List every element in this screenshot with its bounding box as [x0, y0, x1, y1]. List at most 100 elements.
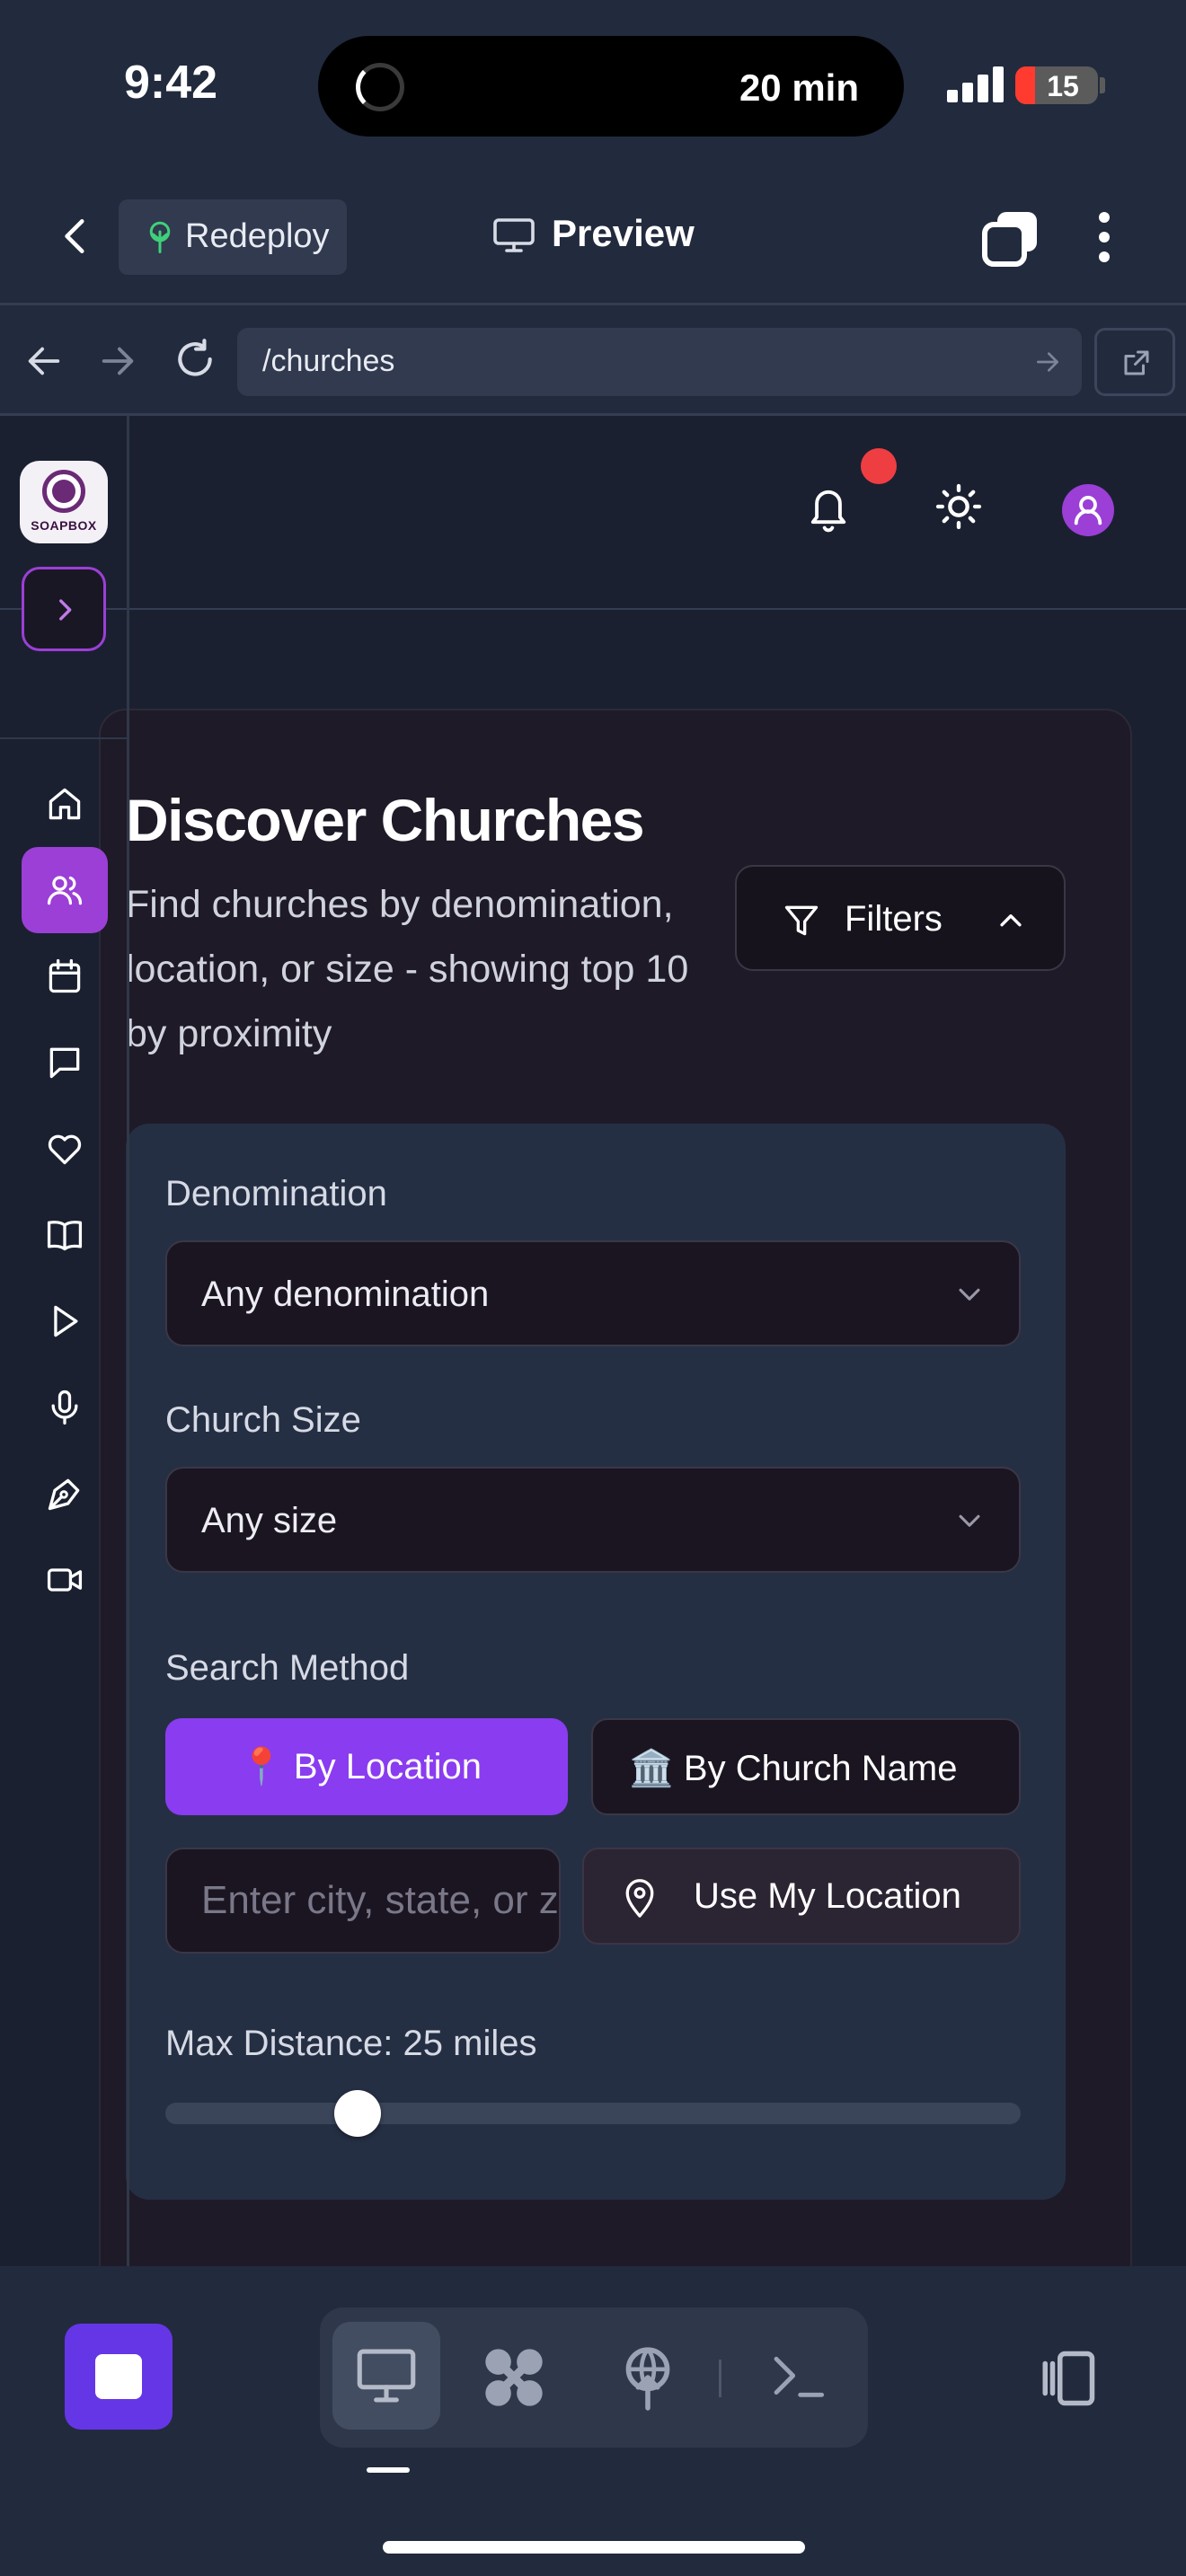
- filters-toggle-button[interactable]: Filters: [735, 865, 1066, 971]
- denomination-label: Denomination: [165, 1174, 387, 1213]
- nav-community[interactable]: [22, 847, 108, 933]
- nav-messages[interactable]: [22, 1019, 108, 1106]
- churches-card: Discover Churches Find churches by denom…: [99, 709, 1132, 2266]
- denomination-select[interactable]: Any denomination: [165, 1240, 1021, 1346]
- nav-home[interactable]: [22, 761, 108, 847]
- activity-timer: 20 min: [739, 66, 859, 109]
- video-icon: [47, 1568, 83, 1592]
- view-switcher: [320, 2307, 868, 2448]
- expand-sidebar-button[interactable]: [22, 567, 106, 651]
- dynamic-island: 20 min: [318, 36, 904, 137]
- nav-bible[interactable]: [22, 1192, 108, 1278]
- redeploy-label: Redeploy: [185, 217, 330, 255]
- by-location-button[interactable]: 📍 By Location: [165, 1718, 568, 1815]
- clock: 9:42: [124, 57, 218, 109]
- by-church-name-button[interactable]: 🏛️ By Church Name: [591, 1718, 1021, 1815]
- user-avatar-button[interactable]: [1062, 484, 1114, 536]
- app-preview: Discover Churches Find churches by denom…: [0, 416, 1186, 2266]
- active-tab-indicator: [367, 2467, 410, 2473]
- logo-emblem-core: [52, 480, 75, 503]
- arrow-left-icon[interactable]: [23, 340, 65, 382]
- external-link-icon: [1124, 350, 1149, 375]
- filters-label: Filters: [845, 899, 943, 939]
- bell-icon: [810, 490, 846, 533]
- page-title: Discover Churches: [126, 787, 645, 853]
- stop-icon: [95, 2354, 142, 2399]
- theme-toggle-button[interactable]: [933, 481, 985, 533]
- more-options-icon[interactable]: [1091, 210, 1118, 264]
- soapbox-logo[interactable]: SOAPBOX: [20, 461, 108, 543]
- calendar-icon: [49, 958, 81, 993]
- max-distance-slider[interactable]: [165, 2090, 1021, 2137]
- redeploy-button[interactable]: Redeploy: [119, 199, 347, 275]
- heart-icon: [48, 1134, 82, 1165]
- church-size-value: Any size: [201, 1501, 338, 1540]
- bottom-toolbar: [0, 2266, 1186, 2576]
- app-header: Redeploy Preview: [0, 171, 1186, 305]
- home-indicator: [383, 2541, 805, 2554]
- by-church-name-label: 🏛️ By Church Name: [629, 1749, 958, 1788]
- users-icon: [47, 876, 83, 905]
- chevron-down-icon: [959, 1514, 980, 1527]
- nav-prayer[interactable]: [22, 1106, 108, 1192]
- cellular-signal-icon: [947, 66, 1005, 102]
- play-icon: [54, 1305, 78, 1337]
- nav-sermons[interactable]: [22, 1451, 108, 1537]
- preview-title: Preview: [552, 212, 695, 254]
- view-switcher-divider: [719, 2360, 721, 2397]
- reload-icon[interactable]: [173, 337, 217, 382]
- app-top-bar: [0, 416, 1186, 610]
- filter-icon: [784, 905, 819, 936]
- nav-video[interactable]: [22, 1537, 108, 1623]
- notification-dot: [861, 448, 897, 484]
- nav-podcasts[interactable]: [22, 1364, 108, 1451]
- deploy-icon: [149, 221, 171, 253]
- battery-percent: 15: [1047, 70, 1079, 102]
- user-icon: [1074, 496, 1102, 525]
- chevron-up-icon: [1000, 914, 1022, 927]
- stop-button[interactable]: [65, 2324, 173, 2430]
- tabs-icon[interactable]: [981, 208, 1040, 268]
- denomination-value: Any denomination: [201, 1275, 490, 1314]
- desktop-icon: [357, 2349, 416, 2403]
- filter-panel: Denomination Any denomination Church Siz…: [126, 1124, 1066, 2200]
- nav-media[interactable]: [22, 1278, 108, 1364]
- church-size-select[interactable]: Any size: [165, 1467, 1021, 1573]
- url-text: /churches: [262, 344, 395, 378]
- url-bar: /churches: [0, 308, 1186, 416]
- book-icon: [47, 1221, 83, 1251]
- map-pin-icon: [625, 1879, 654, 1918]
- home-icon: [49, 788, 81, 820]
- search-method-label: Search Method: [165, 1648, 410, 1688]
- tab-terminal[interactable]: [769, 2349, 827, 2403]
- tab-workflows[interactable]: [480, 2343, 548, 2412]
- max-distance-label: Max Distance: 25 miles: [165, 2024, 537, 2063]
- sidebar-divider: [0, 737, 129, 739]
- status-bar: 9:42 20 min 15: [0, 0, 1186, 171]
- sidebar: SOAPBOX: [0, 416, 129, 2266]
- battery-icon: 15: [1015, 66, 1098, 104]
- arrow-right-icon[interactable]: [97, 340, 138, 382]
- use-my-location-button[interactable]: Use My Location: [582, 1848, 1021, 1945]
- slider-thumb[interactable]: [334, 2090, 382, 2137]
- go-arrow-icon[interactable]: [1033, 348, 1062, 376]
- url-field[interactable]: /churches: [237, 328, 1082, 396]
- open-external-button[interactable]: [1094, 328, 1175, 396]
- nav-events[interactable]: [22, 933, 108, 1019]
- chevron-right-icon: [59, 599, 72, 621]
- timer-icon: [356, 63, 404, 111]
- battery-cap: [1100, 77, 1105, 93]
- page-subtitle: Find churches by denomination, location,…: [126, 883, 689, 1055]
- side-panel-icon[interactable]: [1035, 2349, 1100, 2408]
- tab-preview[interactable]: [332, 2322, 440, 2430]
- back-chevron-icon[interactable]: [54, 214, 99, 259]
- monitor-icon: [493, 218, 535, 252]
- notifications-button[interactable]: [805, 482, 852, 533]
- by-location-label: 📍 By Location: [239, 1747, 482, 1786]
- message-icon: [49, 1047, 80, 1079]
- tab-deploy[interactable]: [615, 2343, 681, 2412]
- sun-icon: [935, 483, 982, 530]
- pen-tool-icon: [48, 1478, 80, 1511]
- use-my-location-label: Use My Location: [694, 1876, 961, 1916]
- city-search-input[interactable]: [165, 1848, 561, 1954]
